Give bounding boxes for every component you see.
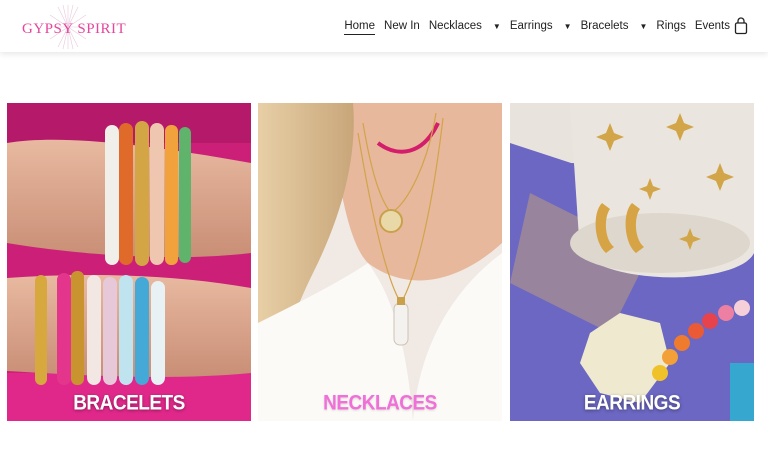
shopping-bag-icon[interactable] <box>734 17 748 35</box>
nav-label: Home <box>344 20 376 35</box>
category-tile-earrings[interactable]: EARRINGS <box>510 103 754 421</box>
nav-item-home[interactable]: Home <box>344 17 376 35</box>
chevron-down-icon[interactable]: ▼ <box>564 22 572 31</box>
brand-logo[interactable]: GYPSY SPIRIT <box>18 5 126 49</box>
category-tiles: BRACELETS NECKLACES EARRINGS <box>7 103 754 421</box>
necklaces-image <box>258 103 502 421</box>
nav-item-necklaces[interactable]: Necklaces ▼ <box>429 20 501 32</box>
nav-item-rings[interactable]: Rings <box>656 20 685 32</box>
nav-item-new-in[interactable]: New In <box>384 20 420 32</box>
nav-item-earrings[interactable]: Earrings ▼ <box>510 20 572 32</box>
nav-item-bracelets[interactable]: Bracelets ▼ <box>581 20 648 32</box>
tile-label: EARRINGS <box>583 391 681 415</box>
nav-label: Necklaces <box>428 20 482 32</box>
site-header: GYPSY SPIRIT Home New In Necklaces ▼ Ear… <box>0 0 768 52</box>
nav-label: Bracelets <box>580 20 629 32</box>
nav-label: New In <box>384 20 420 32</box>
bracelets-image <box>7 103 251 421</box>
nav-label: Events <box>694 20 730 32</box>
nav-label: Earrings <box>509 20 553 32</box>
earrings-image <box>510 103 754 421</box>
chevron-down-icon[interactable]: ▼ <box>493 22 501 31</box>
main-navigation: Home New In Necklaces ▼ Earrings ▼ Brace… <box>344 0 748 52</box>
tile-label: NECKLACES <box>323 391 437 415</box>
category-tile-bracelets[interactable]: BRACELETS <box>7 103 251 421</box>
nav-label: Rings <box>656 20 686 32</box>
nav-item-events[interactable]: Events <box>695 20 730 32</box>
tile-label: BRACELETS <box>73 391 185 415</box>
brand-name: GYPSY SPIRIT <box>22 21 127 37</box>
chevron-down-icon[interactable]: ▼ <box>640 22 648 31</box>
category-tile-necklaces[interactable]: NECKLACES <box>258 103 502 421</box>
